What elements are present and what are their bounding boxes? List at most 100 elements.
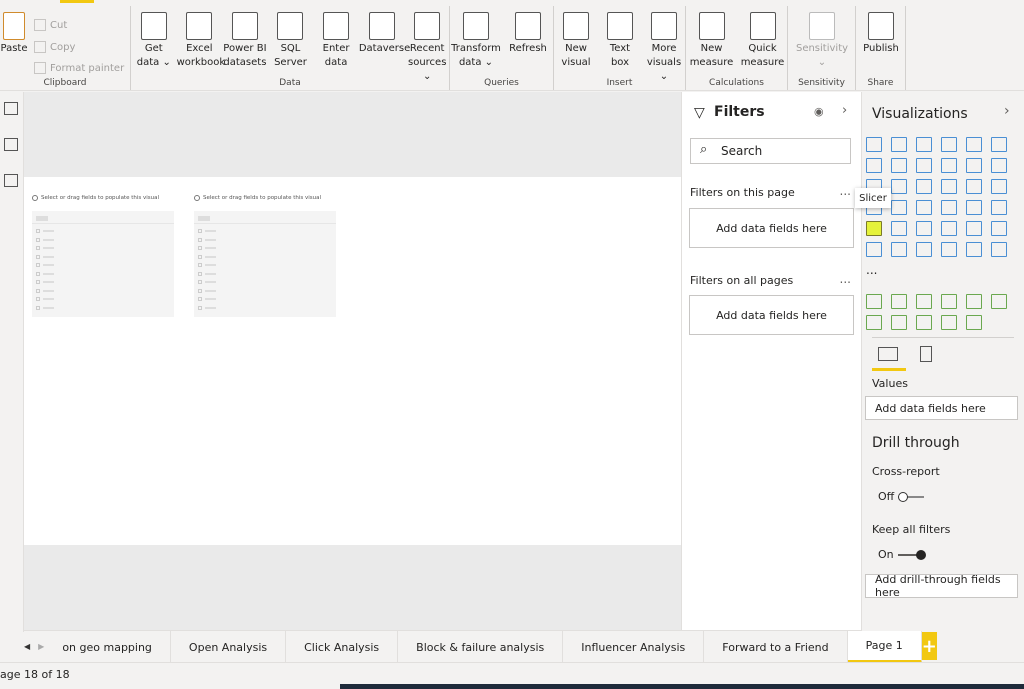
key-influencers-icon[interactable] <box>991 221 1007 236</box>
sensitivity-button-0[interactable]: Sensitivity ⌄ <box>788 12 856 70</box>
queries-button-1[interactable]: Refresh <box>502 12 554 56</box>
kpi-icon[interactable] <box>991 200 1007 215</box>
table-icon[interactable] <box>891 221 907 236</box>
copy-button[interactable]: Copy <box>34 41 75 53</box>
custom-4-icon[interactable] <box>966 294 982 309</box>
matrix-icon[interactable] <box>916 221 932 236</box>
page-filters-drop-zone[interactable]: Add data fields here <box>689 208 854 248</box>
power-apps-icon[interactable] <box>966 242 982 257</box>
custom-3-icon[interactable] <box>941 294 957 309</box>
values-drop-zone[interactable]: Add data fields here <box>865 396 1018 420</box>
share-button-0[interactable]: Publish <box>856 12 906 56</box>
100-stacked-bar-icon[interactable] <box>966 137 982 152</box>
funnel-icon[interactable] <box>891 179 907 194</box>
scatter-icon[interactable] <box>916 179 932 194</box>
clustered-column-icon[interactable] <box>941 137 957 152</box>
data-button-3[interactable]: SQL Server <box>268 12 314 70</box>
data-button-5[interactable]: Dataverse <box>359 12 410 56</box>
power-automate-icon[interactable] <box>991 242 1007 257</box>
tab-scroll-nav[interactable]: ◀ ▶ <box>24 631 44 662</box>
data-view-icon[interactable] <box>4 138 18 151</box>
filters-search-input[interactable]: ⌕ Search <box>690 138 851 164</box>
custom-1-icon[interactable] <box>891 294 907 309</box>
insert-button-0[interactable]: New visual <box>554 12 598 70</box>
scroll-left-icon[interactable]: ◀ <box>24 642 30 651</box>
active-tab-indicator <box>60 0 94 3</box>
slicer-visual[interactable]: Select or drag fields to populate this v… <box>32 193 174 317</box>
keep-all-filters-toggle[interactable]: On <box>878 548 926 561</box>
page-tab[interactable]: Forward to a Friend <box>704 631 848 663</box>
data-button-6[interactable]: Recent sources ⌄ <box>404 12 450 84</box>
page-tab[interactable]: Open Analysis <box>171 631 287 663</box>
queries-button-0[interactable]: Transform data ⌄ <box>450 12 502 70</box>
collapse-chevron-icon[interactable]: › <box>842 103 847 118</box>
data-button-1[interactable]: Excel workbook <box>177 12 225 70</box>
paginated-report-icon[interactable] <box>941 242 957 257</box>
report-page[interactable]: Select or drag fields to populate this v… <box>24 177 681 545</box>
stacked-bar-icon[interactable] <box>866 137 882 152</box>
model-view-icon[interactable] <box>4 174 18 187</box>
add-page-button[interactable]: + <box>921 632 937 660</box>
slicer-icon[interactable] <box>866 221 882 236</box>
collapse-chevron-icon[interactable]: › <box>1004 103 1010 119</box>
pie-icon[interactable] <box>941 179 957 194</box>
cut-button[interactable]: Cut <box>34 19 67 31</box>
qa-icon[interactable] <box>891 242 907 257</box>
calculations-button-0[interactable]: New measure <box>686 12 737 70</box>
stacked-column-icon[interactable] <box>891 137 907 152</box>
eye-icon[interactable]: ◉ <box>814 105 824 118</box>
data-button-2[interactable]: Power BI datasets <box>222 12 268 70</box>
custom-10-icon[interactable] <box>966 315 982 330</box>
fields-tab-icon[interactable] <box>878 347 898 361</box>
all-pages-filters-drop-zone[interactable]: Add data fields here <box>689 295 854 335</box>
page-tab[interactable]: Influencer Analysis <box>563 631 705 663</box>
line-clustered-column-icon[interactable] <box>966 158 982 173</box>
decomposition-tree-icon[interactable] <box>866 242 882 257</box>
slicer-visual[interactable]: Select or drag fields to populate this v… <box>194 193 336 317</box>
custom-7-icon[interactable] <box>891 315 907 330</box>
page-tab[interactable]: Click Analysis <box>286 631 399 663</box>
calculations-button-1[interactable]: Quick measure <box>737 12 788 70</box>
area-chart-icon[interactable] <box>891 158 907 173</box>
gauge-icon[interactable] <box>916 200 932 215</box>
clustered-bar-icon[interactable] <box>916 137 932 152</box>
data-icon <box>186 12 213 40</box>
page-tab[interactable]: Block & failure analysis <box>398 631 564 663</box>
filled-map-icon[interactable] <box>891 200 907 215</box>
format-painter-button[interactable]: Format painter <box>34 62 124 74</box>
data-button-4[interactable]: Enter data <box>313 12 359 70</box>
data-group: Data Get data ⌄ Excel workbook Power BI datase… <box>131 6 450 90</box>
card-icon[interactable] <box>941 200 957 215</box>
stacked-area-icon[interactable] <box>916 158 932 173</box>
drill-through-drop-zone[interactable]: Add drill-through fields here <box>865 573 1018 599</box>
smart-narrative-icon[interactable] <box>916 242 932 257</box>
data-button-0[interactable]: Get data ⌄ <box>131 12 177 70</box>
format-paint-roller-icon[interactable] <box>920 346 932 362</box>
multi-row-card-icon[interactable] <box>966 200 982 215</box>
custom-9-icon[interactable] <box>941 315 957 330</box>
more-options-icon[interactable]: ... <box>840 184 851 198</box>
python-visual-icon[interactable] <box>966 221 982 236</box>
page-tab[interactable]: Page 1 <box>847 631 922 663</box>
search-visual-icon[interactable] <box>866 294 882 309</box>
custom-8-icon[interactable] <box>916 315 932 330</box>
custom-6-icon[interactable] <box>866 315 882 330</box>
share-group: Share Publish <box>856 6 906 90</box>
cross-report-toggle[interactable]: Off <box>878 490 925 503</box>
r-visual-icon[interactable] <box>941 221 957 236</box>
treemap-icon[interactable] <box>991 179 1007 194</box>
more-options-icon[interactable]: ... <box>840 272 851 286</box>
more-icon[interactable]: ... <box>866 263 877 277</box>
page-tab[interactable]: on geo mapping <box>44 631 171 663</box>
ribbon-chart-icon[interactable] <box>991 158 1007 173</box>
line-chart-icon[interactable] <box>866 158 882 173</box>
report-view-icon[interactable] <box>4 102 18 115</box>
paste-button[interactable]: Paste <box>0 12 28 56</box>
donut-icon[interactable] <box>966 179 982 194</box>
insert-button-1[interactable]: Text box <box>598 12 642 70</box>
insert-button-2[interactable]: More visuals ⌄ <box>642 12 686 84</box>
custom-5-icon[interactable] <box>991 294 1007 309</box>
custom-2-icon[interactable] <box>916 294 932 309</box>
100-stacked-column-icon[interactable] <box>991 137 1007 152</box>
line-column-icon[interactable] <box>941 158 957 173</box>
